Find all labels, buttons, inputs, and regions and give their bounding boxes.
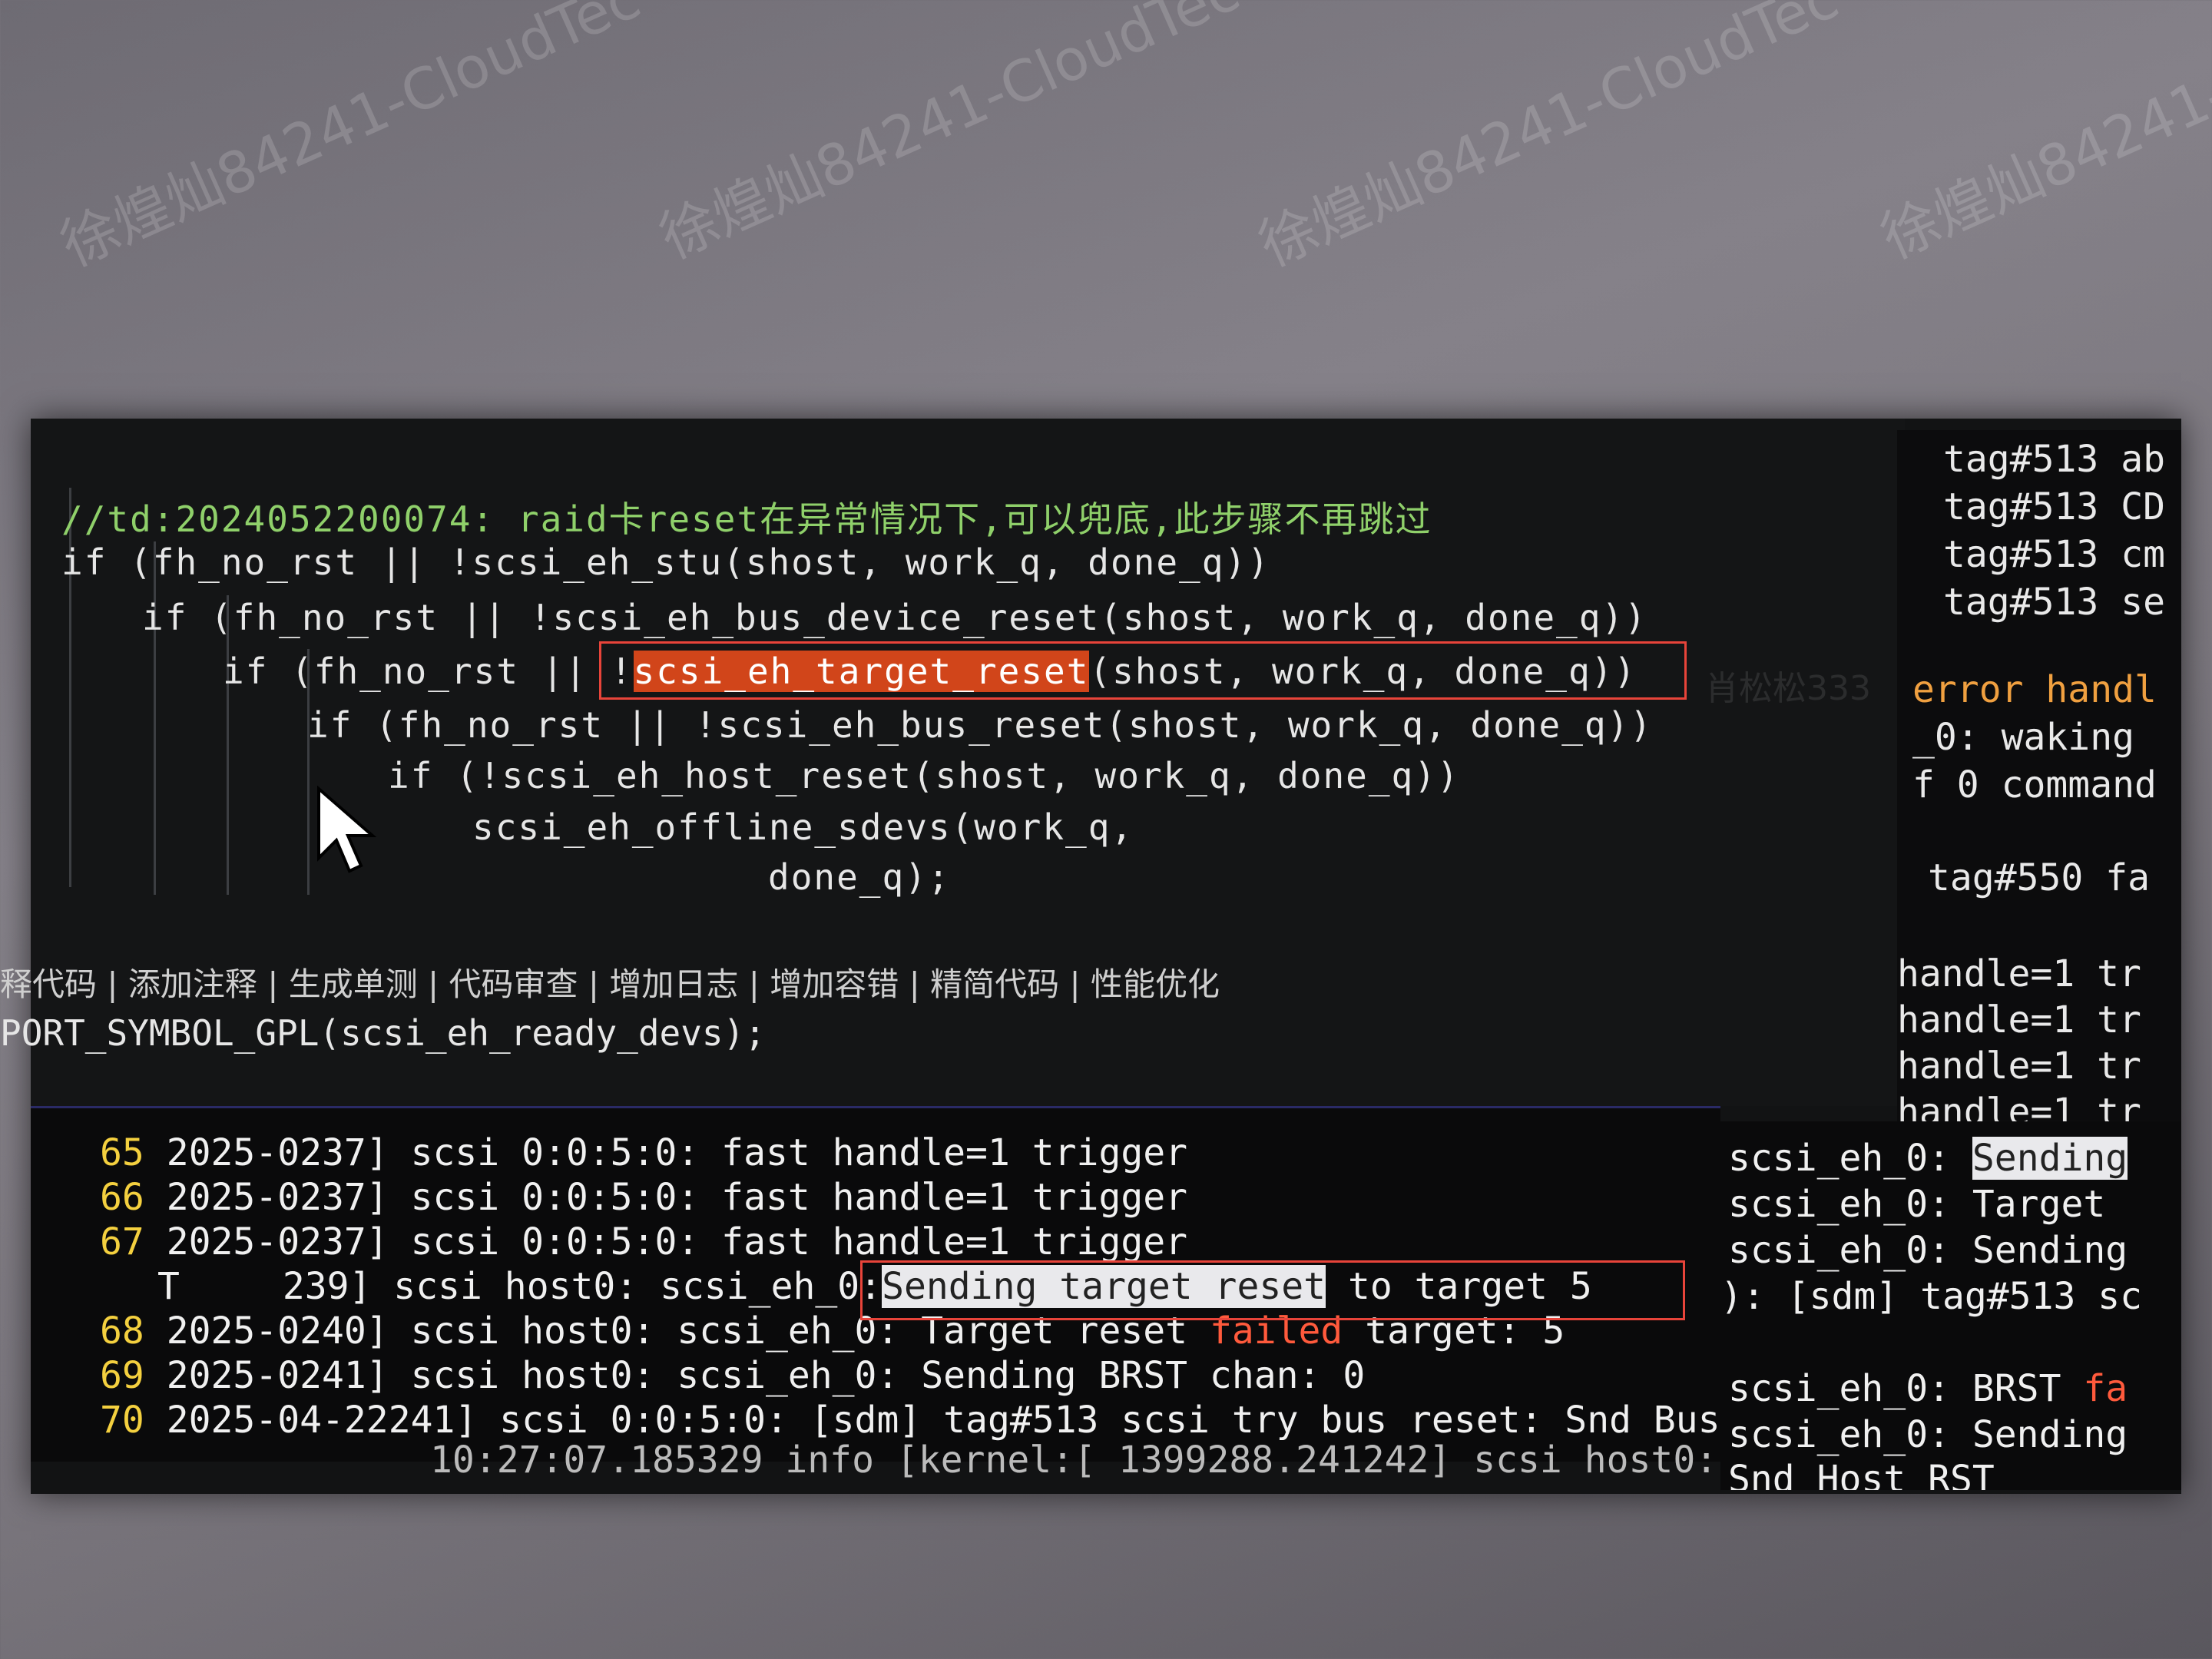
log-date: T	[157, 1265, 180, 1308]
selected-text[interactable]: Sending	[1972, 1137, 2128, 1180]
sending-target-reset-highlight-box	[860, 1260, 1685, 1320]
code-line-2[interactable]: if (fh_no_rst || !scsi_eh_bus_device_res…	[142, 597, 1647, 638]
log-line: handle=1 tr	[1897, 952, 2141, 995]
log-line: error handl	[1912, 668, 2157, 711]
export-symbol-line[interactable]: PORT_SYMBOL_GPL(scsi_eh_ready_devs);	[0, 1012, 766, 1054]
code-line-7[interactable]: done_q);	[768, 856, 951, 898]
watermark: 徐煌灿84241-CloudTec	[1249, 0, 1848, 280]
indent-guide	[227, 595, 229, 895]
log-line: scsi_eh_0: Sending	[1728, 1229, 2128, 1272]
watermark: 徐煌灿84241-CloudTec	[51, 0, 650, 280]
log-line: scsi_eh_0: Sending	[1728, 1137, 2128, 1180]
failed-keyword: fa	[2083, 1367, 2128, 1410]
line-number: 66	[100, 1176, 144, 1219]
code-comment: //td:2024052200074: raid卡reset在异常情况下,可以兜…	[61, 498, 1432, 540]
log-line: scsi_eh_0: BRST fa	[1728, 1367, 2128, 1410]
log-date: 2025-0	[166, 1176, 300, 1219]
watermark: 肖松松333	[1705, 669, 1871, 708]
line-number: 70	[100, 1399, 144, 1442]
code-line-4[interactable]: if (fh_no_rst || !scsi_eh_bus_reset(shos…	[307, 704, 1653, 746]
log-row[interactable]: 69 2025-0241] scsi host0: scsi_eh_0: Sen…	[100, 1354, 1365, 1397]
log-date: 2025-0	[166, 1220, 300, 1263]
log-line: scsi_eh_0: Target	[1728, 1183, 2106, 1226]
mouse-cursor-icon	[317, 785, 376, 873]
log-line: ): [sdm] tag#513 sc	[1720, 1275, 2143, 1318]
log-line: handle=1 tr	[1897, 1045, 2141, 1088]
log-line: tag#550 fa	[1928, 856, 2150, 899]
log-row-partial: 10:27:07.185329 info [kernel:[ 1399288.2…	[430, 1439, 1718, 1482]
right-terminal-panel: scsi_eh_0: Sending scsi_eh_0: Target scs…	[1720, 1121, 2181, 1490]
log-line: tag#513 se	[1943, 581, 2165, 624]
log-date: 2025-0	[166, 1354, 300, 1397]
log-text: 239] scsi host0: scsi_eh_0:	[282, 1265, 882, 1308]
ai-actions-bar[interactable]: 释代码 | 添加注释 | 生成单测 | 代码审查 | 增加日志 | 增加容错 |…	[0, 959, 1220, 1005]
log-line: tag#513 cm	[1943, 533, 2165, 576]
log-text: scsi_eh_0:	[1728, 1137, 1972, 1180]
target-reset-highlight-box	[599, 641, 1687, 700]
log-text: 237] scsi 0:0:5:0: fast handle=1 trigger	[300, 1131, 1188, 1174]
log-line: handle=1 tr	[1897, 998, 2141, 1041]
line-number: 65	[100, 1131, 144, 1174]
watermark: 徐煌灿84241-CloudTec	[650, 0, 1249, 273]
log-text: 237] scsi 0:0:5:0: fast handle=1 trigger	[300, 1220, 1188, 1263]
log-text: 241] scsi host0: scsi_eh_0: Sending BRST…	[300, 1354, 1366, 1397]
log-terminal: 65 2025-0237] scsi 0:0:5:0: fast handle=…	[31, 1106, 1786, 1482]
log-date: 2025-04-22	[166, 1399, 389, 1442]
log-line: f 0 command	[1912, 763, 2157, 806]
log-text: 241] scsi 0:0:5:0: [sdm] tag#513 scsi tr…	[388, 1399, 1787, 1442]
line-number: 69	[100, 1354, 144, 1397]
log-line: _0: waking	[1912, 716, 2134, 759]
log-row[interactable]: 70 2025-04-22241] scsi 0:0:5:0: [sdm] ta…	[100, 1399, 1786, 1442]
watermark: 徐煌灿84241-C	[1871, 44, 2212, 273]
log-row[interactable]: 67 2025-0237] scsi 0:0:5:0: fast handle=…	[100, 1220, 1187, 1263]
log-line: tag#513 ab	[1943, 438, 2165, 481]
log-text: 237] scsi 0:0:5:0: fast handle=1 trigger	[300, 1176, 1188, 1219]
line-number: 68	[100, 1310, 144, 1353]
log-line: Snd Host RST	[1728, 1458, 1995, 1490]
log-line: scsi_eh_0: Sending	[1728, 1413, 2128, 1456]
log-row[interactable]: 65 2025-0237] scsi 0:0:5:0: fast handle=…	[100, 1131, 1187, 1174]
code-line-1[interactable]: if (fh_no_rst || !scsi_eh_stu(shost, wor…	[61, 541, 1270, 583]
code-line-5[interactable]: if (!scsi_eh_host_reset(shost, work_q, d…	[388, 755, 1460, 796]
log-date: 2025-0	[166, 1131, 300, 1174]
code-line-6[interactable]: scsi_eh_offline_sdevs(work_q,	[472, 806, 1134, 848]
log-row[interactable]: 66 2025-0237] scsi 0:0:5:0: fast handle=…	[100, 1176, 1187, 1219]
log-line: tag#513 CD	[1943, 485, 2165, 528]
log-text: scsi_eh_0: BRST	[1728, 1367, 2084, 1410]
log-date: 2025-0	[166, 1310, 300, 1353]
code-line-3-prefix: if (fh_no_rst || !	[223, 651, 634, 692]
indent-guide	[154, 541, 156, 895]
line-number: 67	[100, 1220, 144, 1263]
